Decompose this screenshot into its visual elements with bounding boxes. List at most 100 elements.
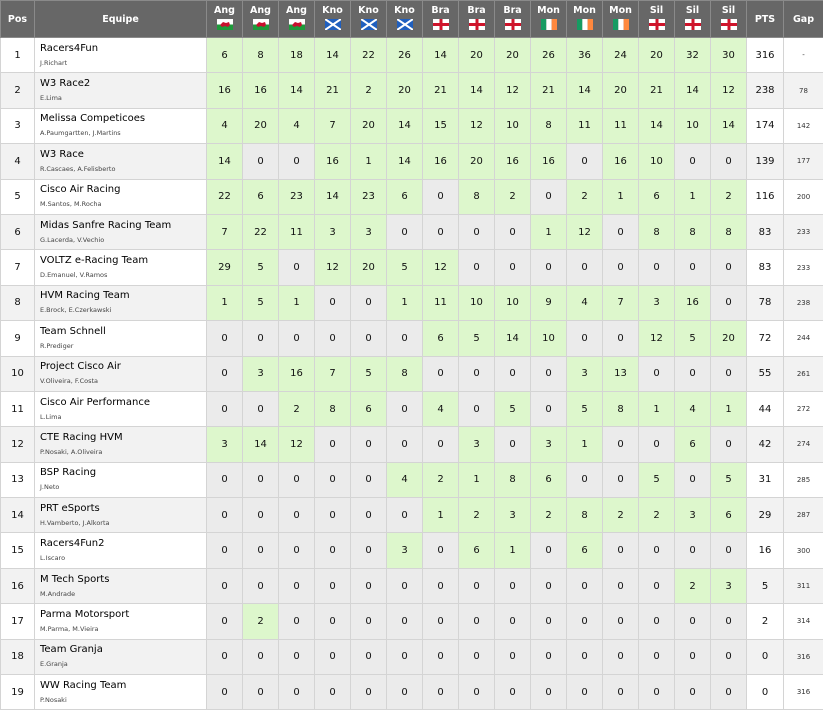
points-total-cell: 0 [746, 674, 784, 711]
header-race-5[interactable]: Kno [350, 0, 387, 38]
race-score-cell: 0 [710, 674, 747, 711]
team-name: PRT eSports [40, 502, 100, 514]
race-score-cell: 6 [242, 178, 279, 215]
race-score-cell: 16 [314, 143, 351, 180]
points-total-cell: 72 [746, 320, 784, 357]
race-score-cell: 0 [638, 426, 675, 463]
header-race-10[interactable]: Mon [530, 0, 567, 38]
race-score-cell: 0 [278, 567, 315, 605]
race-score-cell: 20 [458, 36, 495, 74]
race-score-cell: 0 [386, 320, 423, 357]
race-score-cell: 14 [242, 426, 279, 463]
team-drivers: H.Vamberto, J.Alkorta [40, 518, 110, 527]
header-pts[interactable]: PTS [746, 0, 784, 38]
race-score-cell: 3 [494, 497, 531, 534]
race-score-cell: 0 [638, 567, 675, 605]
gap-cell: 274 [783, 426, 823, 463]
header-race-11[interactable]: Mon [566, 0, 603, 38]
race-score-cell: 2 [458, 497, 495, 534]
race-score-cell: 0 [350, 603, 387, 640]
race-score-cell: 0 [458, 390, 495, 428]
race-score-cell: 5 [566, 390, 603, 428]
gap-cell: 316 [783, 674, 823, 711]
race-score-cell: 4 [206, 107, 243, 145]
header-race-3[interactable]: Ang [278, 0, 315, 38]
england-flag-icon [432, 19, 449, 30]
team-name: HVM Racing Team [40, 290, 130, 302]
team-drivers: E.Brock, E.Czerkawski [40, 306, 112, 315]
points-total-cell: 2 [746, 603, 784, 640]
race-score-cell: 10 [530, 320, 567, 357]
race-score-cell: 0 [206, 567, 243, 605]
header-race-2[interactable]: Ang [242, 0, 279, 38]
header-race-7[interactable]: Bra [422, 0, 459, 38]
race-score-cell: 0 [530, 638, 567, 676]
race-score-cell: 0 [314, 461, 351, 499]
header-race-6[interactable]: Kno [386, 0, 423, 38]
race-score-cell: 21 [638, 72, 675, 109]
race-score-cell: 11 [602, 107, 639, 145]
header-race-13[interactable]: Sil [638, 0, 675, 38]
race-score-cell: 23 [278, 178, 315, 215]
race-score-cell: 20 [710, 320, 747, 357]
race-score-cell: 0 [710, 249, 747, 286]
race-score-cell: 0 [710, 355, 747, 392]
team-drivers: M.Andrade [40, 589, 76, 598]
header-gap[interactable]: Gap [783, 0, 823, 38]
race-score-cell: 21 [530, 72, 567, 109]
race-score-cell: 0 [242, 532, 279, 569]
header-team[interactable]: Equipe [34, 0, 207, 38]
england-flag-icon [720, 19, 737, 30]
race-score-cell: 0 [494, 355, 531, 392]
team-name: Team Schnell [40, 325, 106, 337]
table-row: 19 WW Racing Team P.Nosaki 0 0 0 0 0 0 0 0 0 0 0 0 0 0 0 0… [0, 674, 823, 711]
race-score-cell: 16 [674, 284, 711, 322]
header-pos[interactable]: Pos [0, 0, 35, 38]
header-race-12[interactable]: Mon [602, 0, 639, 38]
header-race-1[interactable]: Ang [206, 0, 243, 38]
race-score-cell: 20 [350, 107, 387, 145]
header-race-15[interactable]: Sil [710, 0, 747, 38]
race-score-cell: 20 [386, 72, 423, 109]
position-cell: 16 [0, 567, 35, 605]
race-score-cell: 0 [206, 532, 243, 569]
position-cell: 4 [0, 143, 35, 180]
race-score-cell: 0 [458, 603, 495, 640]
header-race-4[interactable]: Kno [314, 0, 351, 38]
scotland-flag-icon [324, 19, 341, 30]
table-row: 1 Racers4Fun J.Richart 6 8 18 14 22 26 14 20 20 26 36… [0, 36, 823, 74]
race-score-cell: 0 [638, 355, 675, 392]
race-score-cell: 1 [278, 284, 315, 322]
race-score-cell: 0 [386, 497, 423, 534]
race-score-cell: 7 [314, 355, 351, 392]
race-score-cell: 0 [314, 567, 351, 605]
race-score-cell: 8 [314, 390, 351, 428]
race-score-cell: 0 [242, 638, 279, 676]
race-score-cell: 22 [206, 178, 243, 215]
race-score-cell: 0 [602, 567, 639, 605]
points-total-cell: 31 [746, 461, 784, 499]
race-score-cell: 0 [638, 638, 675, 676]
points-total-cell: 29 [746, 497, 784, 534]
race-score-cell: 2 [494, 178, 531, 215]
race-score-cell: 10 [638, 143, 675, 180]
team-name: W3 Race2 [40, 78, 91, 90]
team-cell: PRT eSports H.Vamberto, J.Alkorta [34, 497, 207, 534]
header-race-9[interactable]: Bra [494, 0, 531, 38]
points-total-cell: 16 [746, 532, 784, 569]
race-score-cell: 20 [242, 107, 279, 145]
race-score-cell: 0 [422, 603, 459, 640]
team-drivers: M.Santos, M.Rocha [40, 200, 102, 209]
gap-cell: 311 [783, 567, 823, 605]
team-name: Cisco Air Racing [40, 184, 121, 196]
header-race-14[interactable]: Sil [674, 0, 711, 38]
header-race-8[interactable]: Bra [458, 0, 495, 38]
race-score-cell: 20 [638, 36, 675, 74]
team-name: Midas Sanfre Racing Team [40, 219, 172, 231]
race-label: Mon [609, 5, 632, 16]
points-total-cell: 116 [746, 178, 784, 215]
scotland-flag-icon [360, 19, 377, 30]
race-score-cell: 0 [566, 320, 603, 357]
race-score-cell: 0 [314, 674, 351, 711]
table-row: 18 Team Granja E.Granja 0 0 0 0 0 0 0 0 0 0 0 0 0 0 0 0 316 [0, 638, 823, 676]
